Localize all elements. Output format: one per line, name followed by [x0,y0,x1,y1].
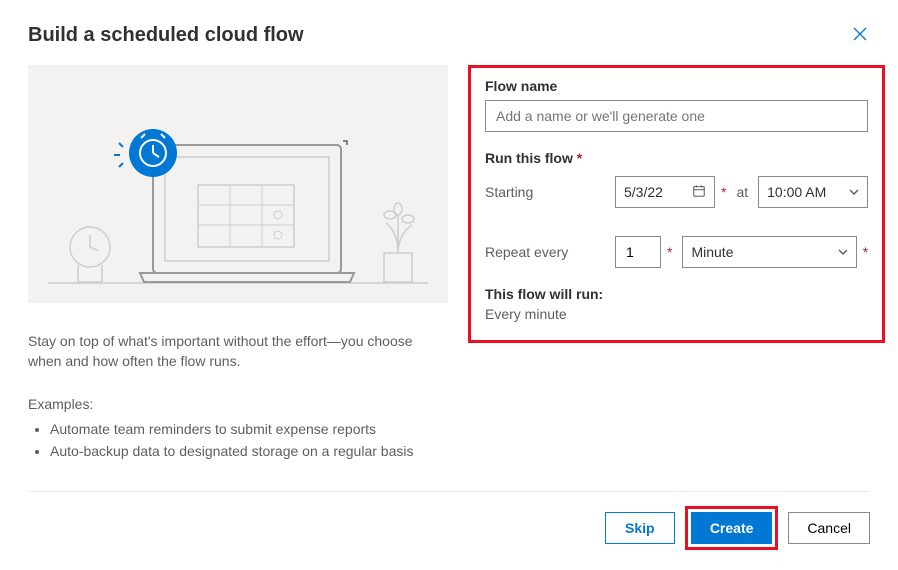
cancel-button[interactable]: Cancel [788,512,870,544]
repeat-unit-value: Minute [691,244,733,260]
create-button-highlight: Create [685,506,779,550]
chevron-down-icon [838,244,848,260]
description-text: Stay on top of what's important without … [28,331,448,372]
starting-date-picker[interactable]: 5/3/22 [615,176,715,208]
dialog-title: Build a scheduled cloud flow [28,24,304,47]
example-item: Automate team reminders to submit expens… [50,418,448,440]
calendar-icon [692,184,706,201]
examples-list: Automate team reminders to submit expens… [28,418,448,463]
close-icon[interactable] [850,24,870,47]
chevron-down-icon [849,184,859,200]
examples-label: Examples: [28,396,448,412]
illustration [28,65,448,303]
repeat-every-label: Repeat every [485,244,605,260]
skip-button[interactable]: Skip [605,512,675,544]
example-item: Auto-backup data to designated storage o… [50,440,448,462]
starting-date-value: 5/3/22 [624,184,686,200]
flow-name-label: Flow name [485,78,868,94]
form-panel: Flow name Run this flow * Starting 5/3/2… [468,65,885,343]
flow-run-summary-label: This flow will run: [485,286,868,302]
starting-time-value: 10:00 AM [767,184,826,200]
repeat-unit-select[interactable]: Minute [682,236,856,268]
flow-name-input[interactable] [485,100,868,132]
create-button[interactable]: Create [691,512,773,544]
repeat-value-input[interactable] [615,236,661,268]
starting-time-select[interactable]: 10:00 AM [758,176,868,208]
flow-run-summary-text: Every minute [485,306,868,322]
starting-label: Starting [485,184,605,200]
at-label: at [736,184,748,200]
run-this-flow-label: Run this flow * [485,150,868,166]
